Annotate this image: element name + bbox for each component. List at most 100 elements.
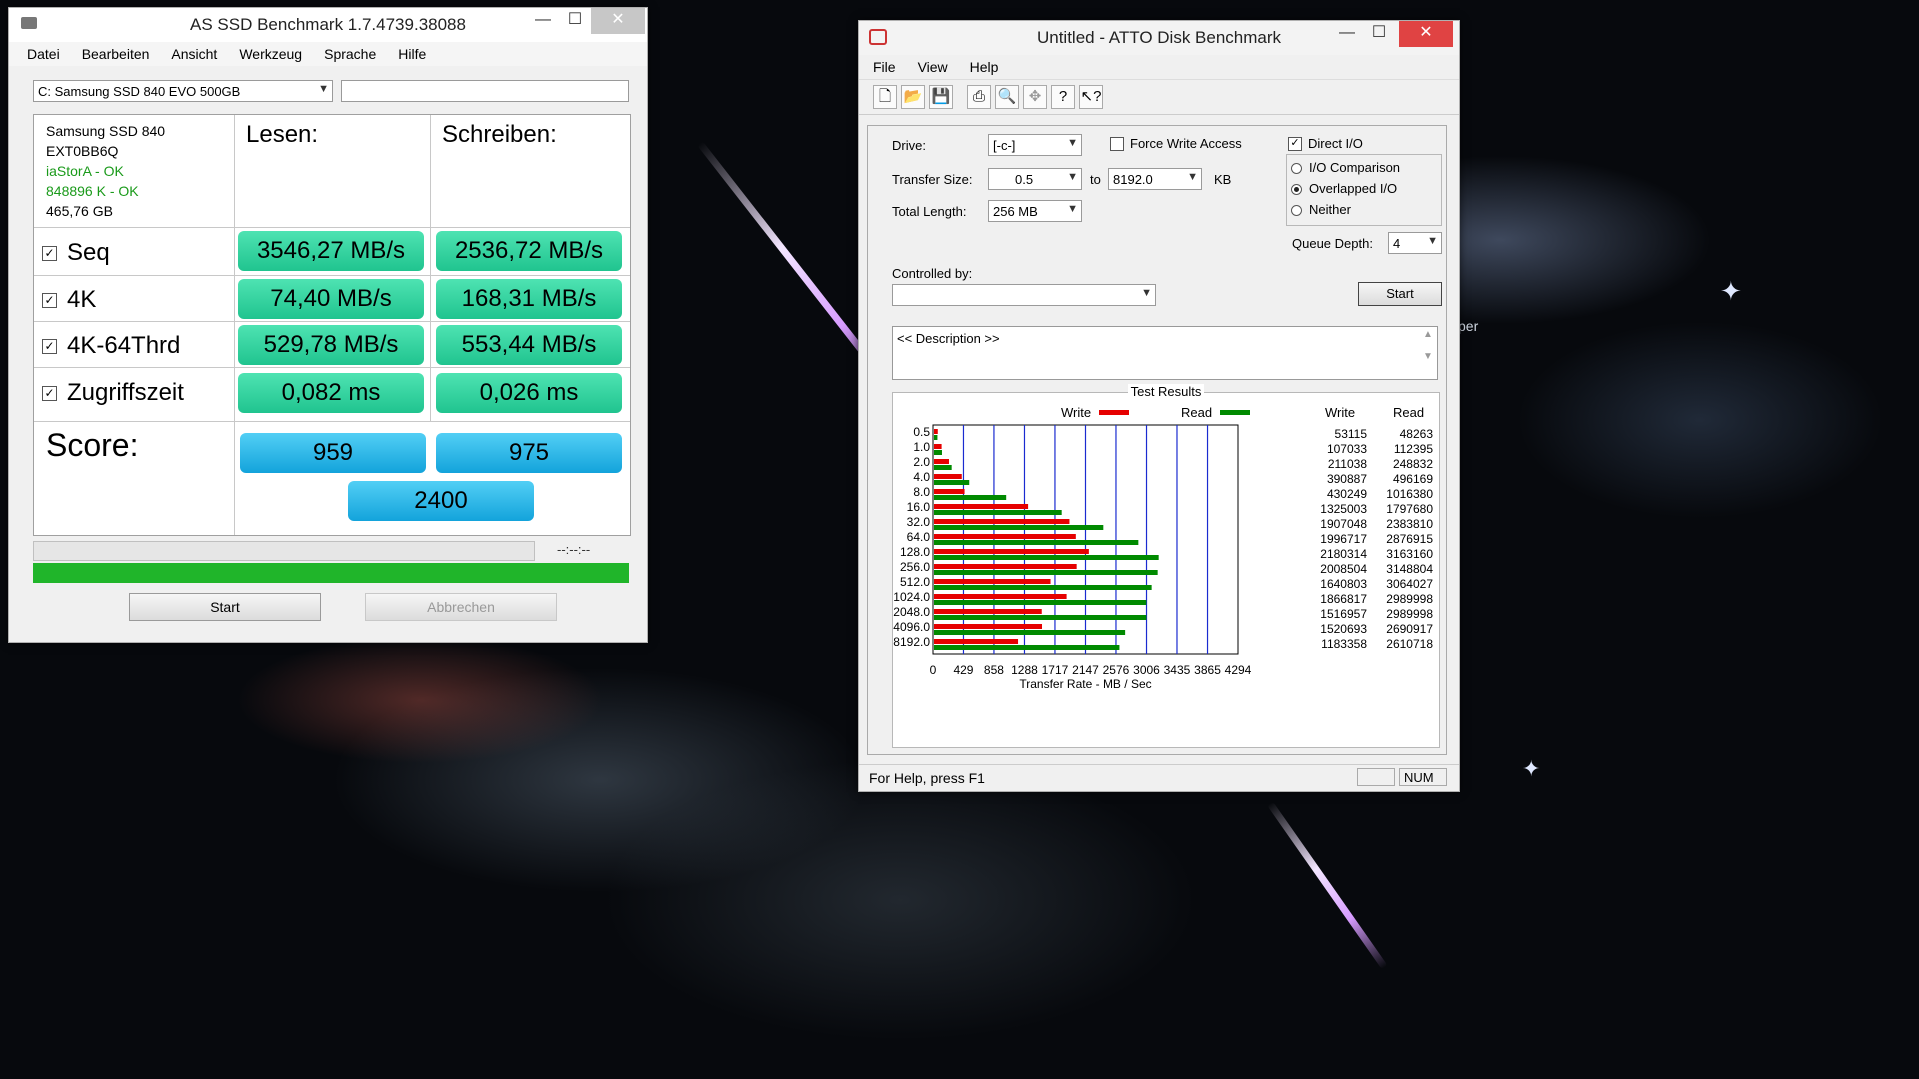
- write-value-label: 2180314: [1320, 547, 1367, 561]
- elapsed-time: --:--:--: [557, 542, 591, 557]
- read-bar: [934, 630, 1126, 635]
- x-tick-label: 1288: [1011, 663, 1038, 677]
- queue-depth-select[interactable]: 4 ▼: [1388, 232, 1442, 254]
- start-button[interactable]: Start: [1358, 282, 1442, 306]
- write-value-label: 2008504: [1320, 562, 1367, 576]
- read-value-label: 2876915: [1386, 532, 1433, 546]
- to-label: to: [1090, 172, 1101, 187]
- write-value-label: 1520693: [1320, 622, 1367, 636]
- write-bar: [934, 639, 1019, 644]
- neither-radio[interactable]: [1291, 205, 1302, 216]
- transfer-from-select[interactable]: 0.5 ▼: [988, 168, 1082, 190]
- y-tick-label: 2048.0: [893, 605, 930, 619]
- y-tick-label: 64.0: [907, 530, 931, 544]
- write-value-label: 1183358: [1321, 637, 1367, 651]
- close-button[interactable]: ✕: [591, 8, 645, 34]
- read-value-label: 2610718: [1386, 637, 1433, 651]
- direct-io-checkbox[interactable]: ✓: [1288, 137, 1302, 151]
- menu-hilfe[interactable]: Hilfe: [398, 46, 426, 62]
- row-4k-64thrd[interactable]: ✓ 4K-64Thrd: [42, 332, 180, 360]
- menu-werkzeug[interactable]: Werkzeug: [239, 46, 302, 62]
- print-icon[interactable]: ⎙: [967, 85, 991, 109]
- abort-button[interactable]: Abbrechen: [365, 593, 557, 621]
- scrollbar[interactable]: ▲ ▼: [1421, 329, 1435, 377]
- score-write: 975: [436, 433, 622, 473]
- secondary-field[interactable]: [341, 80, 629, 102]
- row-4k[interactable]: ✓ 4K: [42, 286, 96, 314]
- y-tick-label: 1024.0: [893, 590, 930, 604]
- force-write-checkbox[interactable]: [1110, 137, 1124, 151]
- menu-help[interactable]: Help: [970, 59, 999, 75]
- star: ✦: [1720, 276, 1742, 306]
- read-bar: [934, 570, 1158, 575]
- read-value-label: 1016380: [1386, 487, 1433, 501]
- write-value-label: 430249: [1327, 487, 1367, 501]
- desktop-icon-label[interactable]: per: [1458, 318, 1478, 334]
- save-icon[interactable]: 💾: [929, 85, 953, 109]
- device-info: Samsung SSD 840 EXT0BB6Q iaStorA - OK 84…: [46, 121, 165, 221]
- write-bar: [934, 444, 942, 449]
- maximize-button[interactable]: ☐: [1361, 21, 1397, 47]
- row-4k-label: 4K: [67, 286, 97, 313]
- total-length-select[interactable]: 256 MB ▼: [988, 200, 1082, 222]
- row-access-time[interactable]: ✓ Zugriffszeit: [42, 379, 184, 407]
- access-write-value: 0,026 ms: [436, 373, 622, 413]
- controlled-by-select[interactable]: ▼: [892, 284, 1156, 306]
- open-icon[interactable]: 📂: [901, 85, 925, 109]
- drive-select[interactable]: C: Samsung SSD 840 EVO 500GB ▼: [33, 80, 333, 102]
- write-bar: [934, 459, 949, 464]
- menu-bearbeiten[interactable]: Bearbeiten: [82, 46, 150, 62]
- x-tick-label: 858: [984, 663, 1004, 677]
- menu-ansicht[interactable]: Ansicht: [171, 46, 217, 62]
- drive-select[interactable]: [-c-] ▼: [988, 134, 1082, 156]
- overlapped-io-radio[interactable]: [1291, 184, 1302, 195]
- close-button[interactable]: ✕: [1399, 21, 1453, 47]
- menu-view[interactable]: View: [918, 59, 948, 75]
- read-value-label: 3148804: [1386, 562, 1433, 576]
- write-bar: [934, 609, 1042, 614]
- title-bar[interactable]: AS SSD Benchmark 1.7.4739.38088 — ☐ ✕: [9, 8, 647, 42]
- seq-read-value: 3546,27 MB/s: [238, 231, 424, 271]
- checkbox-4k[interactable]: ✓: [42, 292, 57, 308]
- minimize-button[interactable]: —: [525, 8, 561, 34]
- move-icon[interactable]: ✥: [1023, 85, 1047, 109]
- y-tick-label: 8.0: [913, 485, 930, 499]
- minimize-button[interactable]: —: [1329, 21, 1365, 47]
- chevron-down-icon: ▼: [1141, 287, 1152, 299]
- menu-sprache[interactable]: Sprache: [324, 46, 376, 62]
- y-tick-label: 8192.0: [893, 635, 930, 649]
- x-tick-label: 3865: [1194, 663, 1221, 677]
- checkbox-seq[interactable]: ✓: [42, 245, 57, 261]
- help-icon[interactable]: ?: [1051, 85, 1075, 109]
- status-pane-empty: [1357, 768, 1395, 786]
- row-seq[interactable]: ✓ Seq: [42, 239, 110, 267]
- write-value-label: 107033: [1327, 442, 1367, 456]
- device-firmware: EXT0BB6Q: [46, 143, 119, 159]
- io-mode-group: I/O Comparison Overlapped I/O Neither: [1286, 154, 1442, 226]
- title-bar[interactable]: Untitled - ATTO Disk Benchmark — ☐ ✕: [859, 21, 1459, 55]
- checkbox-access-time[interactable]: ✓: [42, 385, 57, 401]
- maximize-button[interactable]: ☐: [557, 8, 593, 34]
- new-icon[interactable]: 🗋: [873, 85, 897, 109]
- transfer-from-value: 0.5: [1015, 172, 1034, 187]
- read-value-label: 2690917: [1386, 622, 1433, 636]
- total-length-value: 256 MB: [993, 204, 1038, 219]
- transfer-to-select[interactable]: 8192.0 ▼: [1108, 168, 1202, 190]
- description-field[interactable]: << Description >> ▲ ▼: [892, 326, 1438, 380]
- atto-window: Untitled - ATTO Disk Benchmark — ☐ ✕ Fil…: [858, 20, 1460, 792]
- access-read-value: 0,082 ms: [238, 373, 424, 413]
- menu-file[interactable]: File: [873, 59, 896, 75]
- io-comparison-radio[interactable]: [1291, 163, 1302, 174]
- seq-write-value: 2536,72 MB/s: [436, 231, 622, 271]
- write-value-label: 1996717: [1320, 532, 1367, 546]
- print-preview-icon[interactable]: 🔍: [995, 85, 1019, 109]
- queue-depth-label: Queue Depth:: [1292, 236, 1373, 251]
- read-value-label: 3064027: [1386, 577, 1433, 591]
- context-help-icon[interactable]: ↖?: [1079, 85, 1103, 109]
- read-bar: [934, 480, 970, 485]
- device-capacity: 465,76 GB: [46, 203, 113, 219]
- menu-datei[interactable]: Datei: [27, 46, 60, 62]
- start-button[interactable]: Start: [129, 593, 321, 621]
- 4k-64thrd-read-value: 529,78 MB/s: [238, 325, 424, 365]
- checkbox-4k-64thrd[interactable]: ✓: [42, 338, 57, 354]
